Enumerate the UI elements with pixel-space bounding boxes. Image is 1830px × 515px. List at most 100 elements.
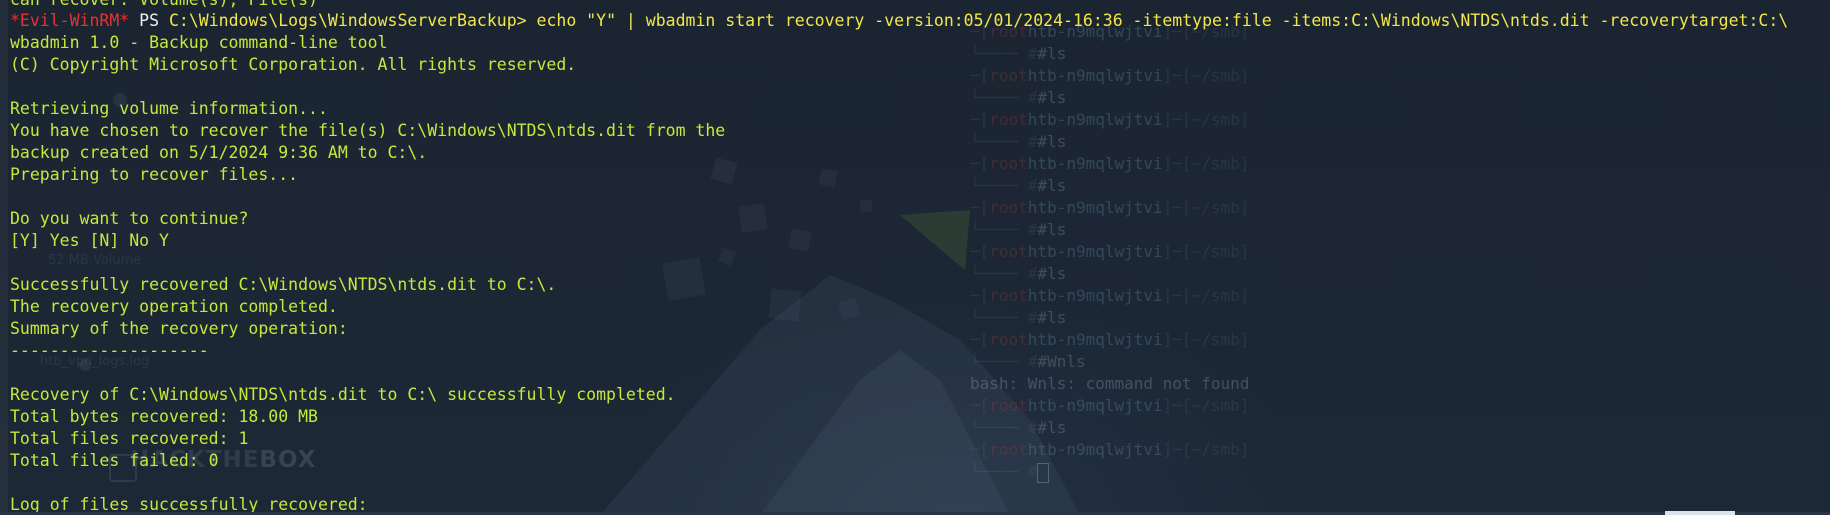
prompt-decoration: ─[ — [970, 110, 990, 129]
background-pane-line: └──── ##ls — [970, 43, 1066, 65]
prompt-decoration: ─[ — [970, 154, 990, 173]
prompt-user: root — [989, 440, 1028, 459]
prompt-corner: └──── # — [970, 88, 1038, 107]
prompt-decoration: ─[ — [970, 330, 990, 349]
prompt-decoration: ─[ — [970, 242, 990, 261]
prompt-host: htb-n9mqlwjtvi — [1027, 440, 1163, 459]
output-line: You have chosen to recover the file(s) C… — [10, 121, 726, 140]
command-text: #ls — [1037, 44, 1067, 63]
prompt-decoration: ] — [1239, 66, 1250, 85]
background-pane-line: ─[roothtb-n9mqlwjtvi]─[~/smb] — [970, 395, 1249, 417]
output-line: Successfully recovered C:\Windows\NTDS\n… — [10, 275, 557, 294]
prompt-decoration: ] — [1239, 110, 1250, 129]
background-pane-line: ─[roothtb-n9mqlwjtvi]─[~/smb] — [970, 197, 1249, 219]
prompt-path: ~/smb — [1191, 330, 1240, 349]
prompt-corner: └──── # — [970, 462, 1038, 481]
background-pane-line: bash: Wnls: command not found — [970, 373, 1249, 395]
prompt-decoration: ]─[ — [1162, 396, 1192, 415]
command-text: echo "Y" | wbadmin start recovery -versi… — [536, 11, 1789, 30]
prompt-user: root — [989, 286, 1028, 305]
prompt-ps: PS — [139, 11, 160, 30]
prompt-decoration: ] — [1239, 440, 1250, 459]
prompt-user: root — [989, 110, 1028, 129]
prompt-decoration: ]─[ — [1162, 110, 1192, 129]
prompt-user: root — [989, 154, 1028, 173]
prompt-corner: └──── # — [970, 220, 1038, 239]
prompt-decoration: ]─[ — [1162, 66, 1192, 85]
prompt-host: htb-n9mqlwjtvi — [1027, 330, 1163, 349]
prompt-decoration: ]─[ — [1162, 242, 1192, 261]
prompt-host: htb-n9mqlwjtvi — [1027, 396, 1163, 415]
prompt-decoration: ] — [1239, 154, 1250, 173]
output-line: Total files failed: 0 — [10, 451, 219, 470]
background-pane-line: └──── # — [970, 461, 1050, 483]
prompt-decoration: ]─[ — [1162, 154, 1192, 173]
background-terminal-pane: ─[roothtb-n9mqlwjtvi]─[~/smb] └──── ##ls ─… — [970, 0, 1830, 515]
cursor — [1037, 462, 1050, 483]
output-line: Do you want to continue? — [10, 209, 249, 228]
prompt-user: root — [989, 242, 1028, 261]
prompt-path: C:\Windows\Logs\WindowsServerBackup> — [168, 11, 527, 30]
background-pane-line: └──── ##ls — [970, 131, 1066, 153]
command-text: #ls — [1037, 418, 1067, 437]
terminal-window[interactable]: 52 MB Volume htb_vpn_logs.log HACKTHEBOX… — [0, 0, 1830, 515]
command-text: #ls — [1037, 176, 1067, 195]
background-pane-line: └──── ##ls — [970, 175, 1066, 197]
background-pane-line: ─[roothtb-n9mqlwjtvi]─[~/smb] — [970, 65, 1249, 87]
prompt-corner: └──── # — [970, 352, 1038, 371]
prompt-decoration: ]─[ — [1162, 330, 1192, 349]
output-line: Total files recovered: 1 — [10, 429, 249, 448]
prompt-corner: └──── # — [970, 132, 1038, 151]
background-pane-line: └──── ##Wnls — [970, 351, 1086, 373]
output-line: The recovery operation completed. — [10, 297, 338, 316]
command-prompt-line: *Evil-WinRM* PS C:\Windows\Logs\WindowsS… — [10, 10, 1788, 32]
background-pane-line: └──── ##ls — [970, 87, 1066, 109]
prompt-decoration: ─[ — [970, 396, 990, 415]
prompt-decoration: ─[ — [970, 66, 990, 85]
prompt-path: ~/smb — [1191, 440, 1240, 459]
prompt-decoration: ] — [1239, 198, 1250, 217]
output-line: Summary of the recovery operation: — [10, 319, 348, 338]
prompt-host: htb-n9mqlwjtvi — [1027, 242, 1163, 261]
command-text: #ls — [1037, 88, 1067, 107]
prompt-decoration: ] — [1239, 242, 1250, 261]
prompt-shell-name: *Evil-WinRM* — [10, 11, 130, 30]
background-pane-line: ─[roothtb-n9mqlwjtvi]─[~/smb] — [970, 241, 1249, 263]
prompt-decoration: ] — [1239, 286, 1250, 305]
prompt-decoration: ] — [1239, 330, 1250, 349]
background-pane-line: ─[roothtb-n9mqlwjtvi]─[~/smb] — [970, 439, 1249, 461]
background-pane-line: └──── ##ls — [970, 307, 1066, 329]
prompt-host: htb-n9mqlwjtvi — [1027, 66, 1163, 85]
prompt-path: ~/smb — [1191, 110, 1240, 129]
prompt-decoration: ] — [1239, 396, 1250, 415]
prompt-corner: └──── # — [970, 418, 1038, 437]
command-text: #ls — [1037, 308, 1067, 327]
prompt-path: ~/smb — [1191, 396, 1240, 415]
output-line: (C) Copyright Microsoft Corporation. All… — [10, 55, 577, 74]
output-line: wbadmin 1.0 - Backup command-line tool — [10, 33, 388, 52]
background-pane-line: └──── ##ls — [970, 263, 1066, 285]
prompt-corner: └──── # — [970, 308, 1038, 327]
command-text: #Wnls — [1037, 352, 1086, 371]
output-line: -------------------- — [10, 341, 209, 360]
prompt-decoration: ─[ — [970, 440, 990, 459]
background-pane-line: ─[roothtb-n9mqlwjtvi]─[~/smb] — [970, 285, 1249, 307]
prompt-corner: └──── # — [970, 264, 1038, 283]
prompt-path: ~/smb — [1191, 198, 1240, 217]
bottom-scrollbar-thumb[interactable] — [1665, 511, 1735, 515]
output-line: Preparing to recover files... — [10, 165, 299, 184]
prompt-corner: └──── # — [970, 176, 1038, 195]
prompt-host: htb-n9mqlwjtvi — [1027, 198, 1163, 217]
prompt-path: ~/smb — [1191, 154, 1240, 173]
background-pane-line: └──── ##ls — [970, 417, 1066, 439]
prompt-user: root — [989, 198, 1028, 217]
prompt-host: htb-n9mqlwjtvi — [1027, 286, 1163, 305]
background-pane-line: ─[roothtb-n9mqlwjtvi]─[~/smb] — [970, 109, 1249, 131]
scrollbar-left[interactable] — [0, 0, 8, 515]
prompt-path: ~/smb — [1191, 66, 1240, 85]
prompt-host: htb-n9mqlwjtvi — [1027, 154, 1163, 173]
output-line: Recovery of C:\Windows\NTDS\ntds.dit to … — [10, 385, 676, 404]
prompt-corner: └──── # — [970, 44, 1038, 63]
command-text: #ls — [1037, 132, 1067, 151]
error-text: bash: Wnls: command not found — [970, 374, 1250, 393]
